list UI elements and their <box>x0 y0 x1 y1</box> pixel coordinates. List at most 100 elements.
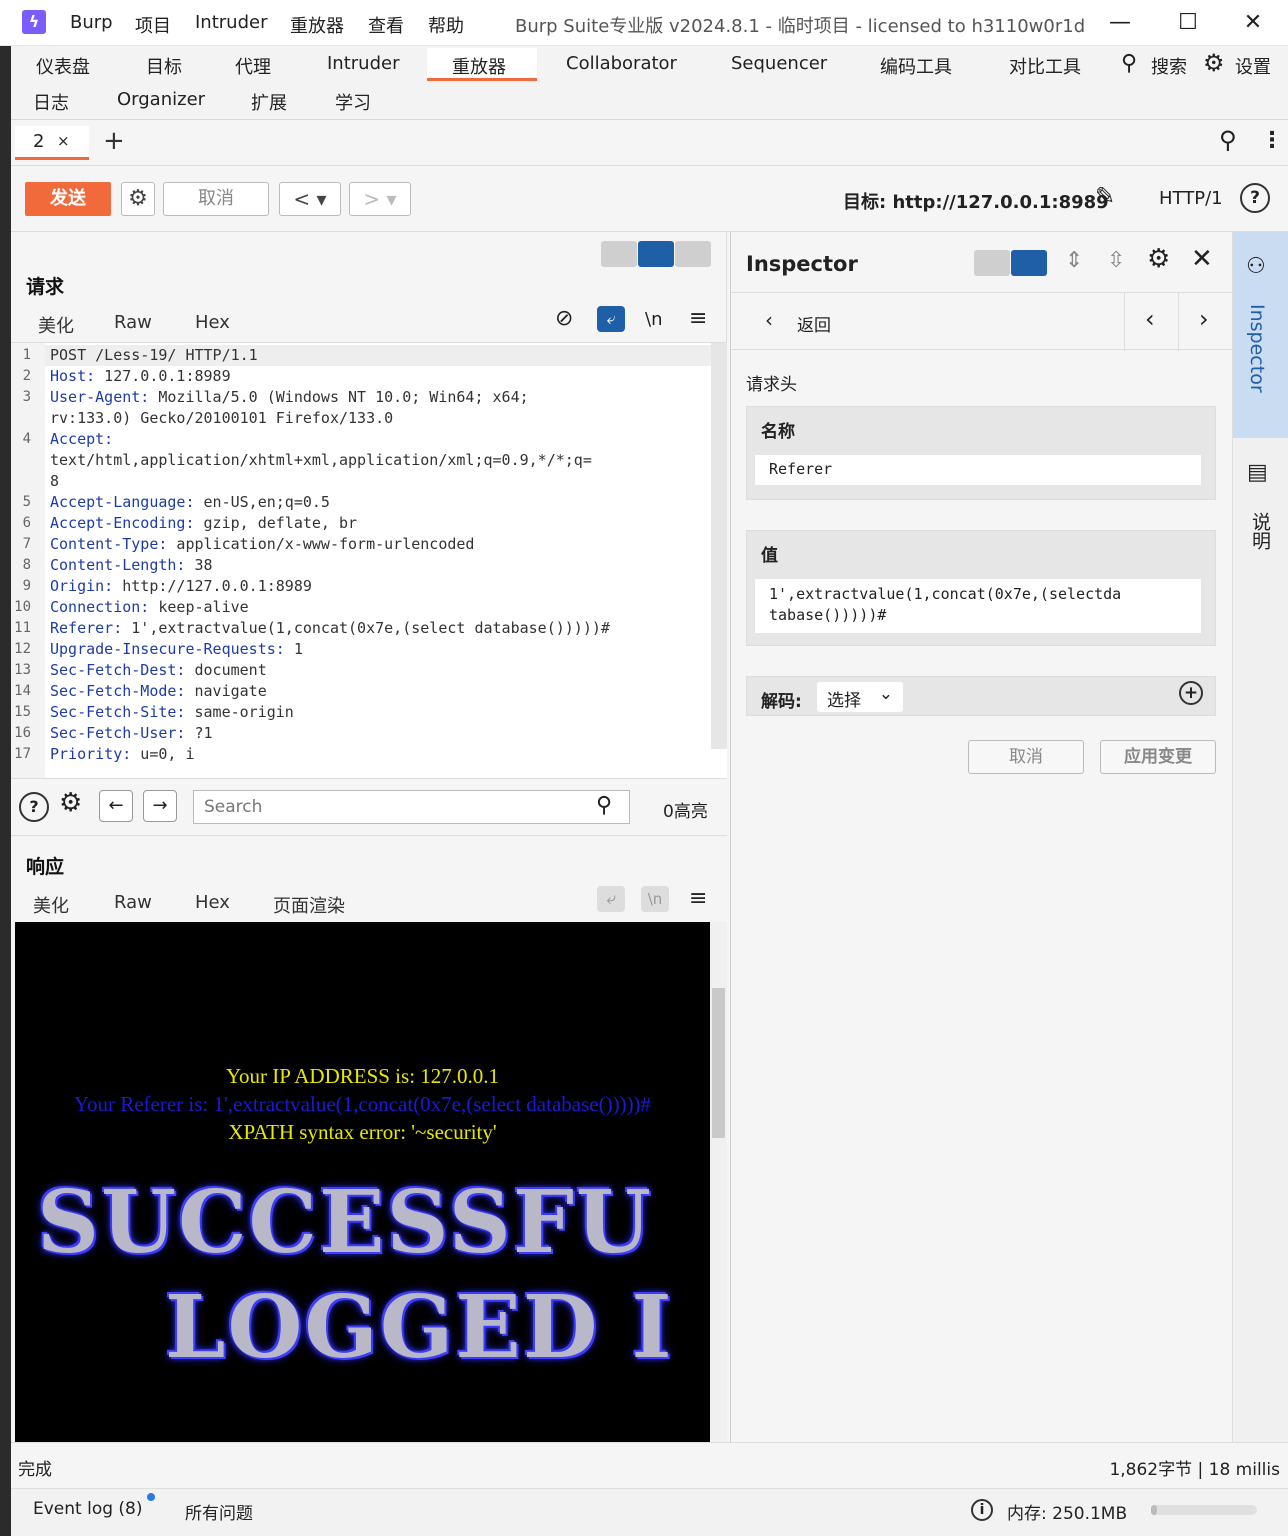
render-scrollbar[interactable] <box>710 922 727 1442</box>
back-button[interactable]: 返回 <box>797 311 831 336</box>
success-banner-line-1: SUCCESSFU <box>37 1172 653 1273</box>
render-scrollbar-thumb[interactable] <box>712 988 725 1138</box>
menu-help[interactable]: 帮助 <box>428 12 464 38</box>
response-word-wrap-icon[interactable]: ⤶ <box>597 886 625 912</box>
tab-decoder[interactable]: 编码工具 <box>880 53 952 79</box>
menu-burp[interactable]: Burp <box>70 12 113 33</box>
search-input[interactable]: Search ⚲ <box>193 790 630 824</box>
tab-intruder[interactable]: Intruder <box>327 53 399 74</box>
response-tab-raw[interactable]: Raw <box>114 892 152 913</box>
tab-logger[interactable]: 日志 <box>33 89 69 115</box>
decode-select[interactable]: 选择 ⌄ <box>817 682 903 712</box>
tab-repeater[interactable]: 重放器 <box>452 53 506 79</box>
value-line-2: tabase()))))# <box>769 606 887 624</box>
code-line: 2 Host: 127.0.0.1:8989 <box>11 366 711 387</box>
request-editor[interactable]: 1 POST /Less-19/ HTTP/1.1 2 Host: 127.0.0.1… <box>11 342 727 778</box>
target-label: 目标: http://127.0.0.1:8989 <box>843 192 1109 213</box>
sidebar-tab-notes[interactable]: ▤ 说明 <box>1233 442 1288 592</box>
edit-target-pencil-icon[interactable]: ✎ <box>1095 182 1115 210</box>
request-menu-icon[interactable]: ≡ <box>689 306 707 331</box>
tab-proxy[interactable]: 代理 <box>235 53 271 79</box>
hide-eye-icon[interactable]: ⊘ <box>555 306 573 331</box>
sidebar-tab-inspector[interactable]: ⚇ Inspector <box>1233 232 1288 438</box>
tab-sequencer[interactable]: Sequencer <box>731 53 827 74</box>
gear-icon[interactable]: ⚙ <box>1203 49 1225 77</box>
notes-document-icon: ▤ <box>1247 460 1268 485</box>
inspector-cancel-button[interactable]: 取消 <box>968 740 1084 774</box>
back-history-button[interactable]: < ▾ <box>279 182 341 216</box>
event-log-button[interactable]: Event log (8) <box>33 1499 143 1519</box>
memory-usage: 内存: 250.1MB <box>1007 1504 1128 1524</box>
cancel-button[interactable]: 取消 <box>163 182 269 216</box>
request-tab-raw[interactable]: Raw <box>114 312 152 333</box>
header-value-field[interactable]: 1',extractvalue(1,concat(0x7e,(selectda … <box>755 579 1201 633</box>
send-settings-gear-icon[interactable]: ⚙ <box>121 182 155 216</box>
inspector-layout-right-icon[interactable] <box>1011 250 1047 276</box>
send-button[interactable]: 发送 <box>25 182 111 216</box>
menu-view[interactable]: 查看 <box>368 12 404 38</box>
request-tab-pretty[interactable]: 美化 <box>21 312 91 345</box>
response-newline-toggle[interactable]: \n <box>641 886 669 912</box>
tab-comparer[interactable]: 对比工具 <box>1009 53 1081 79</box>
forward-history-button[interactable]: > ▾ <box>349 182 411 216</box>
protocol-label[interactable]: HTTP/1 <box>1159 188 1223 209</box>
search-tabs-icon[interactable]: ⚲ <box>1219 126 1237 154</box>
layout-tabs-icon[interactable] <box>675 241 711 267</box>
next-item-chevron-icon[interactable]: › <box>1199 305 1209 333</box>
tab-organizer[interactable]: Organizer <box>117 89 205 110</box>
inspector-close-icon[interactable]: ✕ <box>1191 244 1213 274</box>
tab-extensions[interactable]: 扩展 <box>251 89 287 115</box>
word-wrap-icon[interactable]: ⤶ <box>597 306 625 332</box>
header-value: application/x-www-form-urlencoded <box>167 535 475 553</box>
request-title: 请求 <box>26 276 65 298</box>
apply-changes-button[interactable]: 应用变更 <box>1100 740 1216 774</box>
newline-toggle[interactable]: \n <box>645 309 662 330</box>
editor-scrollbar[interactable] <box>711 343 727 749</box>
maximize-icon[interactable]: ☐ <box>1168 8 1208 38</box>
header-name-field[interactable]: Referer <box>755 455 1201 485</box>
response-tab-render[interactable]: 页面渲染 <box>251 892 367 925</box>
next-match-arrow-icon[interactable]: → <box>143 790 177 822</box>
collapse-all-icon[interactable]: ⇳ <box>1107 248 1125 273</box>
burp-window: ϟ Burp 项目 Intruder 重放器 查看 帮助 Burp Suite专… <box>0 0 1288 1536</box>
menu-project[interactable]: 项目 <box>135 12 171 38</box>
previous-match-arrow-icon[interactable]: ← <box>99 790 133 822</box>
layout-split-vertical-icon[interactable] <box>638 241 674 267</box>
menu-intruder[interactable]: Intruder <box>195 12 267 33</box>
repeater-tab-2[interactable]: 2 × <box>15 126 89 160</box>
header-value: http://127.0.0.1:8989 <box>113 577 312 595</box>
line-number: 1 <box>22 347 31 363</box>
response-tab-hex[interactable]: Hex <box>195 892 230 913</box>
search-settings-gear-icon[interactable]: ⚙ <box>59 788 82 818</box>
minimize-icon[interactable]: — <box>1100 8 1140 38</box>
add-tab-icon[interactable]: + <box>103 126 125 156</box>
expand-all-icon[interactable]: ⇕ <box>1065 248 1083 273</box>
help-icon[interactable]: ? <box>1240 183 1270 213</box>
info-icon[interactable]: i <box>971 1499 993 1521</box>
inspector-layout-left-icon[interactable] <box>974 250 1010 276</box>
back-chevron-icon[interactable]: ‹ <box>765 308 773 332</box>
rendered-response: Your IP ADDRESS is: 127.0.0.1 Your Refer… <box>15 922 710 1442</box>
response-menu-icon[interactable]: ≡ <box>689 886 707 911</box>
inspector-settings-gear-icon[interactable]: ⚙ <box>1147 244 1170 274</box>
tab-dashboard[interactable]: 仪表盘 <box>36 53 90 79</box>
menu-repeater[interactable]: 重放器 <box>290 12 344 38</box>
close-tab-icon[interactable]: × <box>57 132 70 150</box>
add-decode-plus-icon[interactable]: + <box>1179 681 1203 705</box>
search-button[interactable]: 搜索 <box>1151 53 1187 79</box>
repeater-tab-label: 2 <box>33 131 45 152</box>
close-icon[interactable]: ✕ <box>1233 8 1273 38</box>
tab-collaborator[interactable]: Collaborator <box>566 53 677 74</box>
response-tab-pretty[interactable]: 美化 <box>33 892 69 918</box>
request-tab-hex[interactable]: Hex <box>195 312 230 333</box>
help-icon[interactable]: ? <box>19 792 49 822</box>
more-options-icon[interactable]: ⋮ <box>1261 128 1283 153</box>
search-icon[interactable]: ⚲ <box>1121 51 1137 76</box>
all-issues-button[interactable]: 所有问题 <box>185 1499 253 1524</box>
prev-item-chevron-icon[interactable]: ‹ <box>1145 305 1155 333</box>
tab-target[interactable]: 目标 <box>146 53 182 79</box>
tab-learn[interactable]: 学习 <box>335 89 371 115</box>
settings-button[interactable]: 设置 <box>1235 53 1271 79</box>
code-line: 13 Sec-Fetch-Dest: document <box>11 660 711 681</box>
layout-split-horizontal-icon[interactable] <box>601 241 637 267</box>
